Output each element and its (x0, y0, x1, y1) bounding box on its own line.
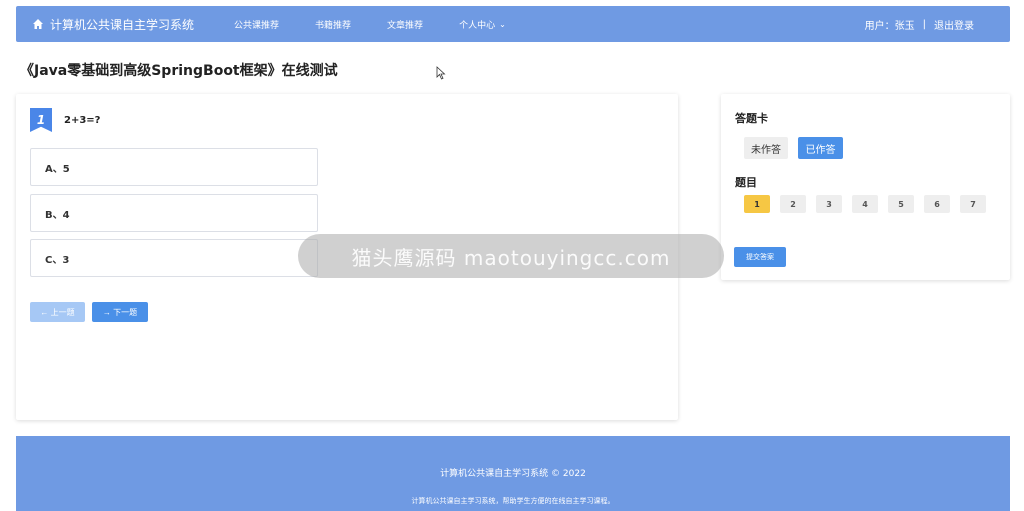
answer-sheet-panel: 答题卡 未作答 已作答 题目 1 2 3 4 5 6 7 提交答案 (721, 94, 1010, 280)
nav-item-courses[interactable]: 公共课推荐 (234, 18, 279, 31)
user-area: 用户：张玉 | 退出登录 (865, 17, 974, 32)
question-number-badge: 1 (30, 108, 52, 132)
answer-sheet-title: 答题卡 (735, 112, 768, 125)
question-nav-6[interactable]: 6 (924, 195, 950, 213)
questions-label: 题目 (735, 176, 757, 189)
logout-link[interactable]: 退出登录 (934, 17, 974, 32)
option-a[interactable]: A、5 (30, 148, 318, 186)
question-nav-3[interactable]: 3 (816, 195, 842, 213)
home-icon (33, 19, 43, 29)
legend-answered: 已作答 (798, 137, 843, 159)
question-text: 2+3=? (64, 114, 101, 126)
option-c[interactable]: C、3 (30, 239, 318, 277)
page-title: 《Java零基础到高级SpringBoot框架》在线测试 (20, 63, 338, 79)
nav-menu: 公共课推荐 书籍推荐 文章推荐 个人中心 ⌄ (234, 18, 542, 31)
question-nav-4[interactable]: 4 (852, 195, 878, 213)
question-nav-5[interactable]: 5 (888, 195, 914, 213)
question-nav-1[interactable]: 1 (744, 195, 770, 213)
nav-item-books[interactable]: 书籍推荐 (315, 18, 351, 31)
user-label: 用户：张玉 (864, 20, 915, 32)
option-b[interactable]: B、4 (30, 194, 318, 232)
footer: 计算机公共课自主学习系统 © 2022 计算机公共课自主学习系统，帮助学生方便的… (16, 436, 1010, 511)
question-number-grid: 1 2 3 4 5 6 7 (744, 195, 996, 213)
nav-item-personal-center-label: 个人中心 (459, 20, 496, 31)
legend-unanswered: 未作答 (744, 137, 788, 159)
mouse-cursor-icon (436, 66, 446, 80)
top-navbar: 计算机公共课自主学习系统 公共课推荐 书籍推荐 文章推荐 个人中心 ⌄ 用户：张… (16, 6, 1010, 42)
brand[interactable]: 计算机公共课自主学习系统 (32, 16, 194, 33)
watermark-overlay: 猫头鹰源码 maotouyingcc.com (298, 234, 724, 278)
question-header: 1 2+3=? (30, 108, 100, 132)
submit-answers-button[interactable]: 提交答案 (734, 247, 786, 267)
next-question-button[interactable]: → 下一题 (92, 302, 148, 322)
brand-title: 计算机公共课自主学习系统 (50, 17, 195, 32)
nav-item-personal-center[interactable]: 个人中心 ⌄ (459, 18, 506, 31)
question-nav-2[interactable]: 2 (780, 195, 806, 213)
prev-question-button[interactable]: ← 上一题 (30, 302, 85, 322)
question-nav-7[interactable]: 7 (960, 195, 986, 213)
nav-item-articles[interactable]: 文章推荐 (387, 18, 423, 31)
user-separator: | (922, 18, 926, 30)
footer-copyright: 计算机公共课自主学习系统 © 2022 (440, 469, 586, 479)
chevron-down-icon: ⌄ (499, 19, 506, 29)
footer-description: 计算机公共课自主学习系统，帮助学生方便的在线自主学习课程。 (411, 497, 615, 505)
